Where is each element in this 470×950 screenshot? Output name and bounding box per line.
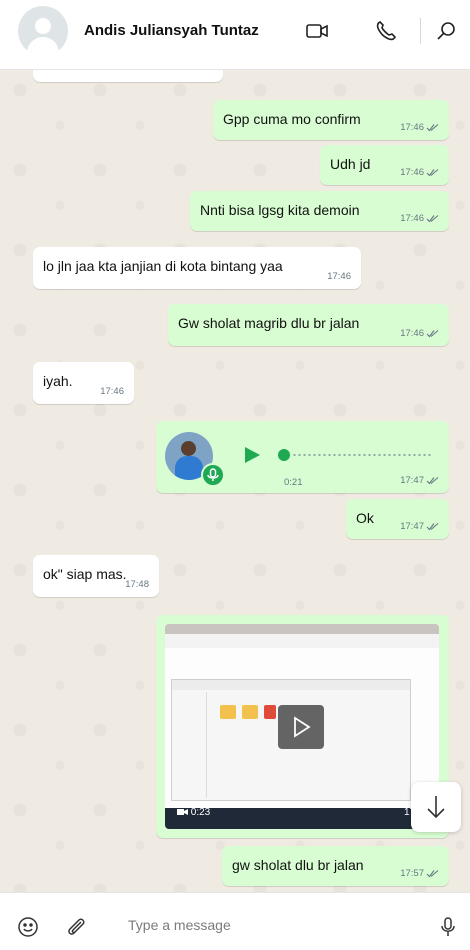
avatar-placeholder-body xyxy=(27,37,59,56)
message-bubble-outgoing[interactable]: Nnti bisa lgsg kita demoin 17:46 xyxy=(190,191,449,231)
message-time: 17:47 xyxy=(400,521,439,533)
contact-name[interactable]: Andis Juliansyah Tuntaz xyxy=(84,22,259,39)
message-bubble-incoming[interactable]: ok" siap mas. 17:48 xyxy=(33,555,159,597)
voice-message-bubble[interactable]: 0:21 17:47 xyxy=(156,421,449,493)
avatar-placeholder-head xyxy=(35,18,51,34)
message-bubble-partial xyxy=(33,70,223,82)
message-text: lo jln jaa kta janjian di kota bintang y… xyxy=(43,258,283,274)
message-bubble-incoming[interactable]: iyah. 17:46 xyxy=(33,362,134,404)
message-time: 17:46 xyxy=(400,167,439,179)
message-time: 17:48 xyxy=(125,579,149,590)
video-camera-icon xyxy=(177,809,188,816)
message-input[interactable]: Type a message xyxy=(128,917,231,933)
chat-header: Andis Juliansyah Tuntaz xyxy=(0,0,470,70)
read-ticks-icon xyxy=(426,870,439,878)
folder-icon xyxy=(242,705,258,719)
playback-scrubber[interactable] xyxy=(278,449,290,461)
emoji-icon[interactable] xyxy=(16,915,40,939)
attach-icon[interactable] xyxy=(64,915,88,939)
thumbnail-browser-bar xyxy=(165,624,439,634)
microphone-icon[interactable] xyxy=(436,915,460,939)
scroll-to-bottom-button[interactable] xyxy=(411,782,461,832)
contact-avatar[interactable] xyxy=(18,6,68,56)
message-bubble-outgoing[interactable]: Gpp cuma mo confirm 17:46 xyxy=(213,100,449,140)
message-time: 17:46 xyxy=(100,386,124,397)
message-text: Ok xyxy=(356,510,374,526)
voice-call-icon[interactable] xyxy=(373,18,399,44)
message-bubble-outgoing[interactable]: gw sholat dlu br jalan 17:57 xyxy=(222,846,449,886)
voice-waveform xyxy=(292,454,432,456)
message-text: Gpp cuma mo confirm xyxy=(223,111,361,127)
read-ticks-icon xyxy=(426,215,439,223)
video-thumbnail[interactable]: 0:23 17:55 xyxy=(165,624,439,829)
message-bubble-outgoing[interactable]: Ok 17:47 xyxy=(346,499,449,539)
message-text: ok" siap mas. xyxy=(43,566,127,582)
message-bubble-incoming[interactable]: lo jln jaa kta janjian di kota bintang y… xyxy=(33,247,361,289)
message-time: 17:46 xyxy=(400,328,439,340)
video-message-bubble[interactable]: 0:23 17:55 xyxy=(156,615,449,838)
message-bubble-outgoing[interactable]: Gw sholat magrib dlu br jalan 17:46 xyxy=(168,304,449,346)
message-text: Nnti bisa lgsg kita demoin xyxy=(200,202,360,218)
message-time: 17:57 xyxy=(400,868,439,880)
message-text: Udh jd xyxy=(330,156,371,172)
message-time: 17:46 xyxy=(400,122,439,134)
read-ticks-icon xyxy=(426,124,439,132)
search-icon[interactable] xyxy=(434,18,460,44)
file-icon xyxy=(264,705,276,719)
video-duration: 0:23 xyxy=(177,803,210,823)
header-divider xyxy=(420,18,421,44)
message-text: iyah. xyxy=(43,373,73,389)
arrow-down-icon xyxy=(427,796,445,819)
microphone-icon xyxy=(201,463,225,487)
chat-area[interactable]: Gpp cuma mo confirm 17:46 Udh jd 17:46 N… xyxy=(0,70,470,892)
read-ticks-icon xyxy=(426,330,439,338)
message-text: gw sholat dlu br jalan xyxy=(232,857,364,873)
message-time: 17:47 xyxy=(400,475,439,487)
thumbnail-address-bar xyxy=(165,634,439,649)
message-time: 17:46 xyxy=(327,271,351,282)
video-play-button[interactable] xyxy=(278,705,324,749)
read-ticks-icon xyxy=(426,477,439,485)
message-bubble-outgoing[interactable]: Udh jd 17:46 xyxy=(320,145,449,185)
play-icon[interactable] xyxy=(242,445,262,465)
read-ticks-icon xyxy=(426,523,439,531)
read-ticks-icon xyxy=(426,169,439,177)
message-composer-bar: Type a message xyxy=(0,892,470,950)
folder-icon xyxy=(220,705,236,719)
video-call-icon[interactable] xyxy=(304,18,330,44)
voice-duration: 0:21 xyxy=(284,477,303,488)
message-text: Gw sholat magrib dlu br jalan xyxy=(178,315,360,331)
message-time: 17:46 xyxy=(400,213,439,225)
